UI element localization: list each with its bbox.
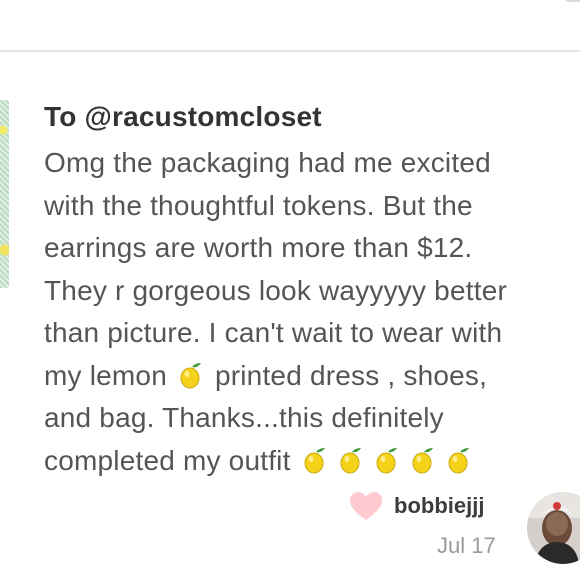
message-text: They r gorgeous look wayyyyy better bbox=[44, 274, 507, 306]
avatar[interactable] bbox=[527, 492, 580, 564]
heart-icon[interactable] bbox=[348, 490, 384, 522]
love-note: To @racustomcloset Omg the packaging had… bbox=[44, 100, 580, 482]
message-text: Omg the packaging had me excited bbox=[44, 147, 491, 178]
message-line-2: with the thoughtful tokens. But the bbox=[44, 185, 580, 228]
message-line-6: my lemon printed dress , shoes, bbox=[44, 355, 580, 398]
message-line-5: than picture. I can't wait to wear with bbox=[44, 312, 580, 355]
message-text: earrings are worth more than $12. bbox=[44, 232, 473, 263]
top-strip bbox=[0, 0, 580, 50]
lemon-icon bbox=[339, 447, 363, 475]
message-text: and bag. Thanks...this definitely bbox=[44, 402, 444, 433]
message-text: with the thoughtful tokens. But the bbox=[44, 189, 473, 221]
note-recipient: To @racustomcloset bbox=[44, 101, 322, 132]
listing-thumbnail[interactable] bbox=[0, 100, 9, 288]
lemon-icon bbox=[179, 362, 203, 390]
lemon-icon bbox=[375, 447, 399, 475]
note-message: Omg the packaging had me excited with th… bbox=[44, 142, 580, 482]
message-line-3: earrings are worth more than $12. bbox=[44, 227, 580, 270]
note-footer: bobbiejjj Jul 17 bbox=[0, 490, 580, 579]
message-line-1: Omg the packaging had me excited bbox=[44, 142, 580, 185]
lemon-icon bbox=[303, 447, 327, 475]
message-line-4: They r gorgeous look wayyyyy better bbox=[44, 270, 580, 313]
message-text: printed dress , shoes, bbox=[214, 359, 488, 391]
author-username[interactable]: bobbiejjj bbox=[394, 490, 484, 522]
message-line-8: completed my outfit bbox=[44, 440, 580, 483]
lemon-icon bbox=[411, 447, 435, 475]
message-text: than picture. I can't wait to wear with bbox=[44, 317, 503, 348]
message-text: my lemon bbox=[44, 359, 167, 391]
note-date: Jul 17 bbox=[437, 533, 496, 558]
message-text: completed my outfit bbox=[44, 444, 291, 476]
message-line-7: and bag. Thanks...this definitely bbox=[44, 397, 580, 440]
lemon-icon bbox=[447, 447, 471, 475]
top-divider bbox=[0, 50, 580, 52]
